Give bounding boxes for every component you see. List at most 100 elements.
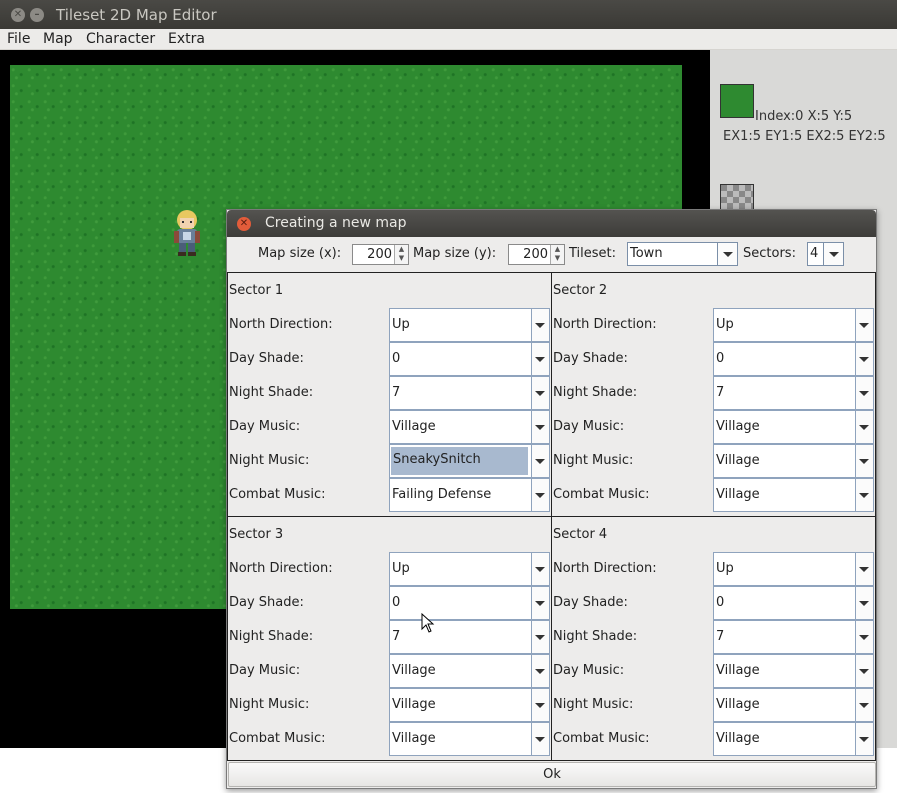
- spin-down-icon[interactable]: ▼: [395, 254, 408, 263]
- chevron-down-icon[interactable]: [531, 621, 549, 653]
- chevron-down-icon[interactable]: [855, 689, 873, 721]
- sector-3-north-direction-select[interactable]: Up: [389, 552, 550, 586]
- menu-map[interactable]: Map: [43, 31, 73, 47]
- ok-button[interactable]: Ok: [228, 762, 876, 787]
- sector-3-combat-music-select[interactable]: Village: [389, 722, 550, 756]
- combat-music-label: Combat Music:: [553, 731, 650, 746]
- sector-3-night-shade-select[interactable]: 7: [389, 620, 550, 654]
- mouse-cursor-icon: [421, 613, 435, 633]
- sector-4-combat-music-select[interactable]: Village: [713, 722, 874, 756]
- day-music-label: Day Music:: [229, 419, 301, 434]
- chevron-down-icon[interactable]: [823, 243, 843, 265]
- select-value: 7: [716, 385, 725, 400]
- dialog-close-button[interactable]: ✕: [237, 217, 251, 231]
- sector-title: Sector 4: [553, 527, 608, 542]
- sector-1-combat-music-select[interactable]: Failing Defense: [389, 478, 550, 512]
- chevron-down-icon[interactable]: [855, 377, 873, 409]
- sector-1-day-shade-select[interactable]: 0: [389, 342, 550, 376]
- sector-2-day-shade-select[interactable]: 0: [713, 342, 874, 376]
- sector-2-day-music-select[interactable]: Village: [713, 410, 874, 444]
- menu-extra[interactable]: Extra: [168, 31, 205, 47]
- chevron-down-icon[interactable]: [855, 621, 873, 653]
- sectors-value: 4: [810, 246, 819, 261]
- chevron-down-icon[interactable]: [855, 723, 873, 755]
- night-music-label: Night Music:: [553, 453, 634, 468]
- chevron-down-icon[interactable]: [531, 445, 549, 477]
- select-value: Village: [716, 487, 760, 502]
- dialog-titlebar: ✕ Creating a new map: [227, 210, 876, 237]
- sector-4-north-direction-select[interactable]: Up: [713, 552, 874, 586]
- character-sprite[interactable]: [172, 208, 202, 258]
- select-value: Village: [392, 731, 436, 746]
- spin-up-icon[interactable]: ▲: [395, 245, 408, 254]
- chevron-down-icon[interactable]: [531, 377, 549, 409]
- chevron-down-icon[interactable]: [531, 655, 549, 687]
- select-value: Up: [392, 317, 410, 332]
- chevron-down-icon[interactable]: [531, 553, 549, 585]
- map-size-y-arrows[interactable]: ▲ ▼: [550, 245, 564, 264]
- sector-4-night-music-select[interactable]: Village: [713, 688, 874, 722]
- sector-1-night-shade-select[interactable]: 7: [389, 376, 550, 410]
- sector-2-combat-music-select[interactable]: Village: [713, 478, 874, 512]
- chevron-down-icon[interactable]: [855, 445, 873, 477]
- tileset-select[interactable]: Town: [627, 242, 738, 266]
- sector-2-panel: Sector 2 North Direction: Up Day Shade: …: [551, 272, 876, 517]
- chevron-down-icon[interactable]: [531, 689, 549, 721]
- night-shade-label: Night Shade:: [553, 629, 638, 644]
- chevron-down-icon[interactable]: [855, 411, 873, 443]
- sector-4-night-shade-select[interactable]: 7: [713, 620, 874, 654]
- sector-3-day-music-select[interactable]: Village: [389, 654, 550, 688]
- sector-2-night-shade-select[interactable]: 7: [713, 376, 874, 410]
- chevron-down-icon[interactable]: [531, 587, 549, 619]
- selected-tile-preview[interactable]: [720, 84, 754, 118]
- sector-2-north-direction-select[interactable]: Up: [713, 308, 874, 342]
- sector-2-night-music-select[interactable]: Village: [713, 444, 874, 478]
- chevron-down-icon[interactable]: [531, 723, 549, 755]
- sector-3-day-shade-select[interactable]: 0: [389, 586, 550, 620]
- combat-music-label: Combat Music:: [229, 731, 326, 746]
- sector-3-night-music-select[interactable]: Village: [389, 688, 550, 722]
- chevron-down-icon[interactable]: [855, 343, 873, 375]
- day-music-label: Day Music:: [553, 419, 625, 434]
- spin-down-icon[interactable]: ▼: [551, 254, 564, 263]
- spin-up-icon[interactable]: ▲: [551, 245, 564, 254]
- combat-music-label: Combat Music:: [553, 487, 650, 502]
- map-size-y-label: Map size (y):: [413, 246, 497, 261]
- chevron-down-icon[interactable]: [531, 343, 549, 375]
- sector-1-day-music-select[interactable]: Village: [389, 410, 550, 444]
- north-direction-label: North Direction:: [553, 561, 657, 576]
- chevron-down-icon[interactable]: [531, 309, 549, 341]
- sectors-select[interactable]: 4: [807, 242, 844, 266]
- window-titlebar: ✕ – Tileset 2D Map Editor: [0, 0, 897, 29]
- app-window: ✕ – Tileset 2D Map Editor File Map Chara…: [0, 0, 897, 793]
- chevron-down-icon[interactable]: [531, 479, 549, 511]
- chevron-down-icon[interactable]: [855, 309, 873, 341]
- select-value: 7: [716, 629, 725, 644]
- sector-1-night-music-select[interactable]: SneakySnitch: [389, 444, 550, 478]
- menu-character[interactable]: Character: [86, 31, 155, 47]
- select-value: Village: [392, 419, 436, 434]
- map-size-y-spinner[interactable]: 200 ▲ ▼: [508, 244, 565, 265]
- map-size-x-spinner[interactable]: 200 ▲ ▼: [352, 244, 409, 265]
- sector-title: Sector 3: [229, 527, 284, 542]
- window-close-button[interactable]: ✕: [11, 8, 25, 22]
- select-value: Up: [392, 561, 410, 576]
- chevron-down-icon[interactable]: [855, 553, 873, 585]
- select-value: Up: [716, 561, 734, 576]
- sector-4-day-music-select[interactable]: Village: [713, 654, 874, 688]
- sector-1-panel: Sector 1 North Direction: Up Day Shade: …: [227, 272, 552, 517]
- chevron-down-icon[interactable]: [855, 587, 873, 619]
- day-shade-label: Day Shade:: [553, 351, 628, 366]
- map-size-x-arrows[interactable]: ▲ ▼: [394, 245, 408, 264]
- menu-file[interactable]: File: [7, 31, 30, 47]
- map-size-x-label: Map size (x):: [258, 246, 342, 261]
- chevron-down-icon[interactable]: [531, 411, 549, 443]
- north-direction-label: North Direction:: [229, 561, 333, 576]
- sector-1-north-direction-select[interactable]: Up: [389, 308, 550, 342]
- chevron-down-icon[interactable]: [855, 655, 873, 687]
- window-minimize-button[interactable]: –: [30, 8, 44, 22]
- north-direction-label: North Direction:: [229, 317, 333, 332]
- chevron-down-icon[interactable]: [855, 479, 873, 511]
- sector-4-day-shade-select[interactable]: 0: [713, 586, 874, 620]
- chevron-down-icon[interactable]: [717, 243, 737, 265]
